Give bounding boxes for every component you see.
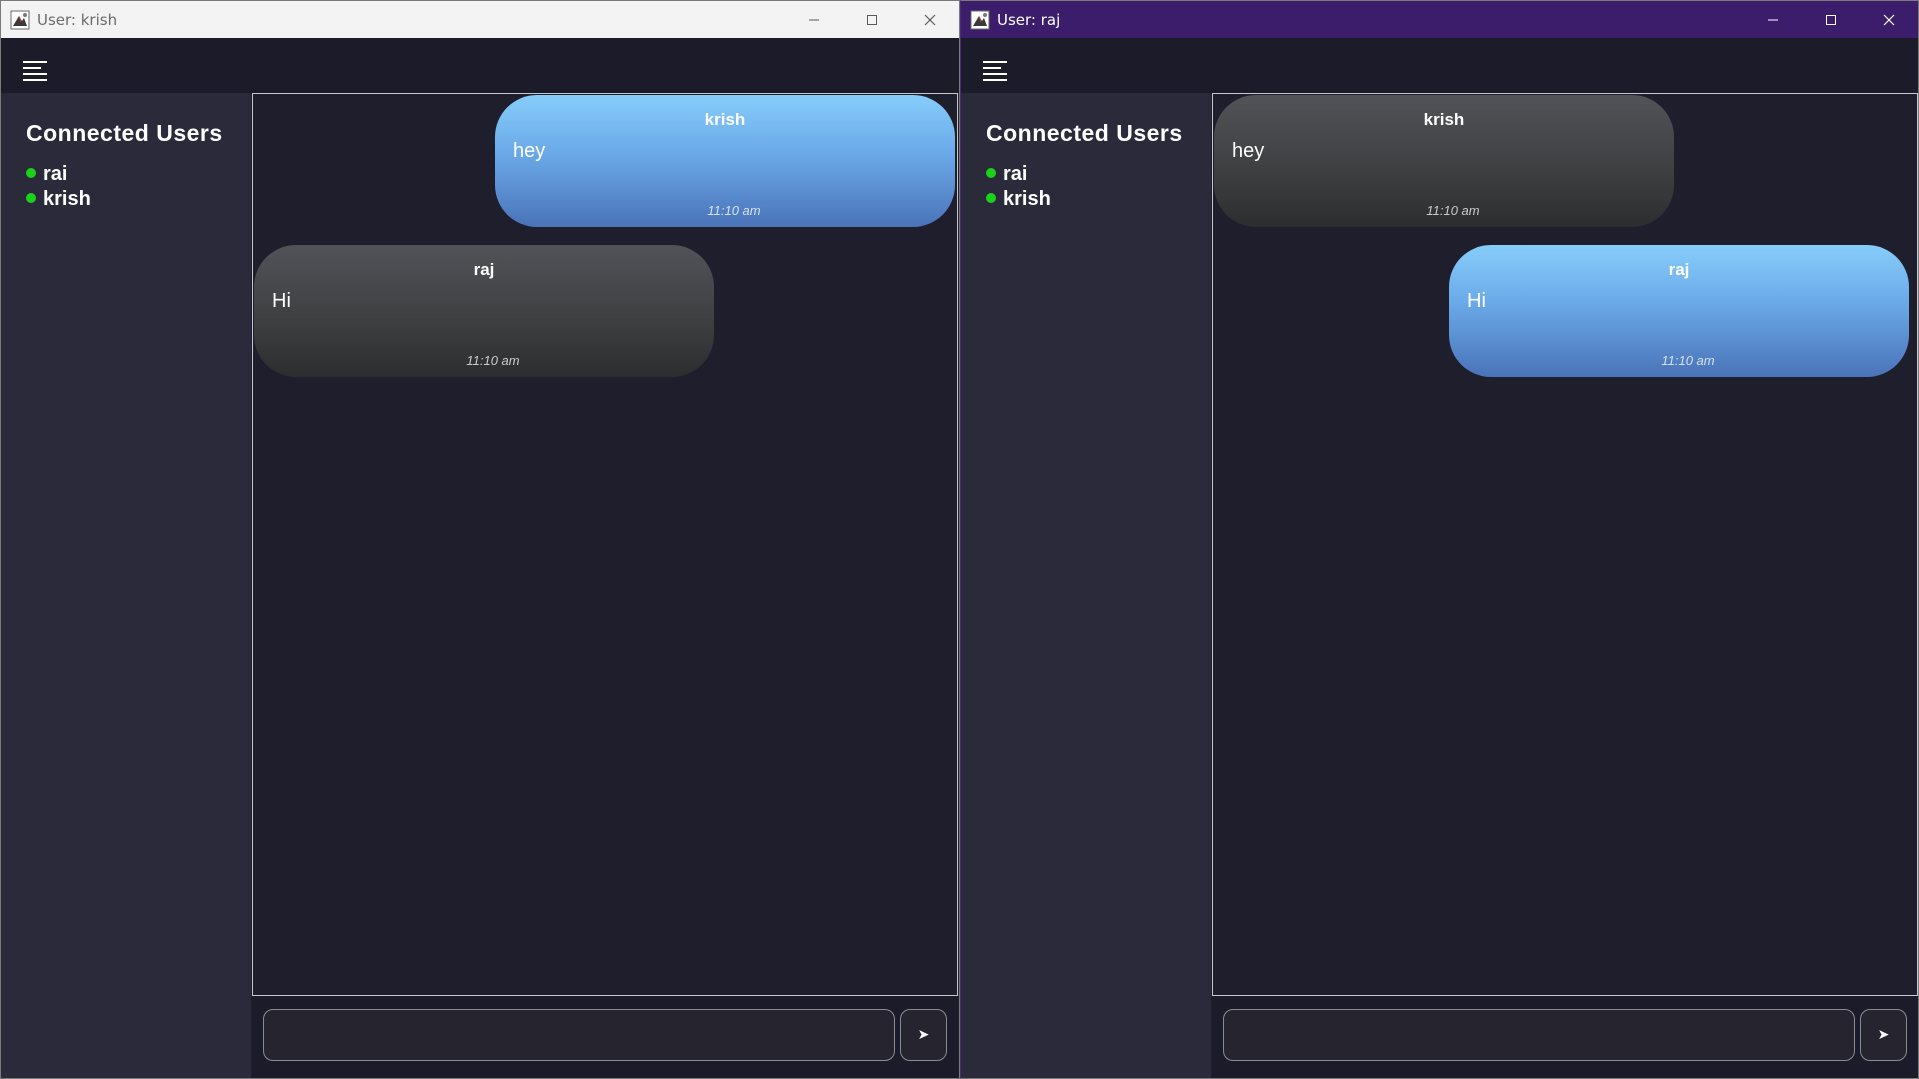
hamburger-menu-icon[interactable]	[982, 59, 1008, 83]
online-status-icon	[986, 167, 996, 178]
user-list-item: krish	[986, 187, 1051, 212]
message-bubble: krish hey 11:10 am	[1214, 95, 1674, 227]
message-text: Hi	[1467, 290, 1486, 312]
message-input[interactable]	[263, 1009, 895, 1061]
window-title: User: raj	[997, 10, 1061, 29]
message-bubble: krish hey 11:10 am	[495, 95, 955, 227]
message-bubble: raj Hi 11:10 am	[1449, 245, 1909, 377]
title-bar[interactable]: User: raj	[961, 1, 1918, 38]
user-name: krish	[43, 188, 91, 210]
message-text: Hi	[272, 290, 291, 312]
chat-window-krish: User: krish Connected Users rai krish kr…	[0, 0, 960, 1079]
message-input-row: ➤	[1212, 996, 1918, 1078]
user-list-item: krish	[26, 187, 91, 212]
chat-message-area[interactable]: krish hey 11:10 am raj Hi 11:10 am	[1212, 93, 1918, 996]
user-name: krish	[1003, 188, 1051, 210]
message-sender: raj	[1668, 260, 1690, 279]
chat-message-area[interactable]: krish hey 11:10 am raj Hi 11:10 am	[252, 93, 958, 996]
java-app-icon	[970, 10, 990, 30]
connected-users-sidebar: Connected Users rai krish	[961, 93, 1211, 1078]
message-sender: krish	[704, 110, 746, 129]
close-icon	[924, 14, 936, 25]
online-status-icon	[986, 192, 996, 203]
minimize-icon	[1768, 19, 1778, 20]
minimize-button[interactable]	[1744, 1, 1802, 38]
maximize-icon	[1826, 14, 1836, 25]
title-bar[interactable]: User: krish	[1, 1, 959, 38]
maximize-button[interactable]	[843, 1, 901, 38]
send-button[interactable]: ➤	[1860, 1009, 1907, 1061]
sidebar-title: Connected Users	[26, 120, 223, 146]
message-input[interactable]	[1223, 1009, 1855, 1061]
java-app-icon	[10, 10, 30, 30]
close-icon	[1883, 14, 1895, 25]
minimize-button[interactable]	[785, 1, 843, 38]
message-text: hey	[513, 140, 546, 162]
user-name: rai	[1003, 163, 1028, 185]
chat-window-raj: User: raj Connected Users rai krish kris…	[960, 0, 1919, 1079]
user-list: rai krish	[26, 162, 91, 212]
user-list-item: rai	[986, 162, 1051, 187]
toolbar	[1, 38, 959, 93]
hamburger-menu-icon[interactable]	[22, 59, 48, 83]
message-timestamp: 11:10 am	[1661, 353, 1715, 368]
message-sender: krish	[1423, 110, 1465, 129]
maximize-icon	[867, 14, 877, 25]
maximize-button[interactable]	[1802, 1, 1860, 38]
online-status-icon	[26, 192, 36, 203]
minimize-icon	[809, 19, 819, 20]
window-title: User: krish	[37, 10, 118, 29]
send-button[interactable]: ➤	[900, 1009, 947, 1061]
close-button[interactable]	[901, 1, 959, 38]
message-sender: raj	[473, 260, 495, 279]
message-bubble: raj Hi 11:10 am	[254, 245, 714, 377]
toolbar	[961, 38, 1918, 93]
message-input-row: ➤	[252, 996, 958, 1078]
message-timestamp: 11:10 am	[1426, 203, 1480, 218]
connected-users-sidebar: Connected Users rai krish	[1, 93, 251, 1078]
user-name: rai	[43, 163, 68, 185]
message-timestamp: 11:10 am	[466, 353, 520, 368]
user-list: rai krish	[986, 162, 1051, 212]
message-text: hey	[1232, 140, 1265, 162]
message-timestamp: 11:10 am	[707, 203, 761, 218]
close-button[interactable]	[1860, 1, 1918, 38]
online-status-icon	[26, 167, 36, 178]
sidebar-title: Connected Users	[986, 120, 1183, 146]
user-list-item: rai	[26, 162, 91, 187]
